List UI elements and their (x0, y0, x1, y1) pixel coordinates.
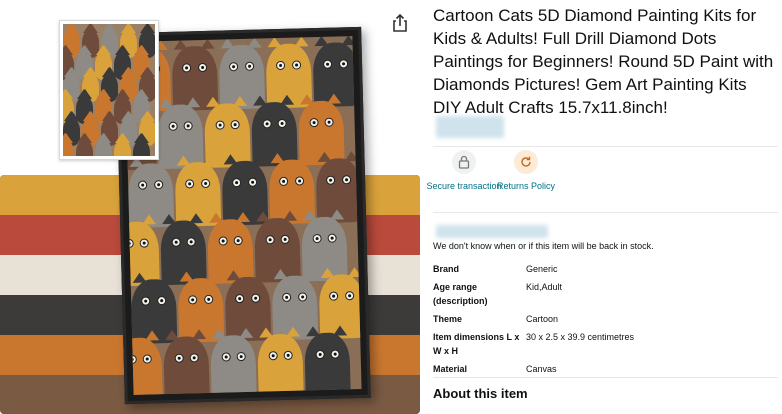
thumbnail-image[interactable] (59, 20, 159, 160)
spec-value: Canvas (526, 364, 557, 374)
blurred-rating (436, 116, 504, 138)
spec-key: Material (433, 364, 468, 374)
divider (433, 377, 778, 378)
cat-figure (75, 133, 93, 156)
cat-figure (113, 133, 131, 156)
spec-row: Item dimensions L x W x H 30 x 2.5 x 39.… (433, 330, 778, 358)
spec-key: Age range (description) (433, 282, 488, 306)
spec-row: Theme Cartoon (433, 312, 778, 326)
cat-figure (210, 334, 258, 395)
spec-value: Cartoon (526, 314, 559, 324)
divider (433, 212, 778, 213)
spec-row: Age range (description) Kid,Adult (433, 280, 778, 308)
spec-value: 30 x 2.5 x 39.9 centimetres (526, 332, 635, 342)
share-icon[interactable] (389, 12, 411, 34)
availability-text: We don't know when or if this item will … (433, 241, 654, 251)
spec-row: Material Canvas (433, 362, 778, 376)
cat-figure (257, 333, 305, 395)
cat-figure (63, 133, 74, 156)
blurred-price (436, 225, 548, 238)
about-heading: About this item (433, 386, 528, 401)
product-image-gallery[interactable] (0, 0, 420, 414)
spec-row: Brand Generic (433, 262, 778, 276)
spec-key: Brand (433, 264, 460, 274)
spec-key: Theme (433, 314, 463, 324)
cat-figure (94, 133, 112, 156)
return-arrow-icon (521, 156, 531, 167)
spec-key: Item dimensions L x W x H (433, 332, 520, 356)
lock-icon (458, 155, 470, 169)
returns-policy-label: Returns Policy (496, 181, 556, 191)
cat-figure (304, 332, 352, 395)
cat-figure (163, 335, 211, 395)
divider (433, 146, 778, 147)
cat-figure (132, 133, 150, 156)
spec-value: Generic (526, 264, 558, 274)
cat-figure (124, 337, 164, 395)
returns-policy-badge[interactable]: Returns Policy (486, 150, 566, 193)
spec-value: Kid,Adult (526, 282, 563, 292)
product-title: Cartoon Cats 5D Diamond Painting Kits fo… (433, 6, 774, 117)
product-specs-table: Brand Generic Age range (description) Ki… (433, 262, 778, 380)
